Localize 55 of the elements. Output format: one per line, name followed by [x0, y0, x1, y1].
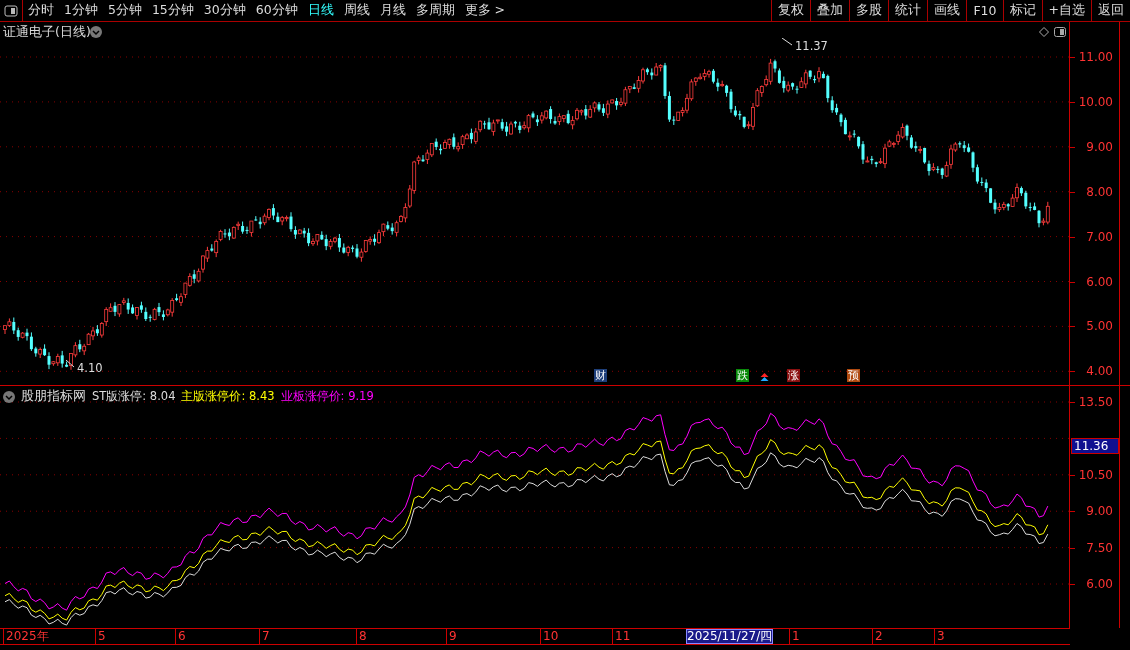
price-axis-label: 4.00 — [1086, 364, 1113, 379]
date-axis-label: 1 — [789, 629, 800, 644]
date-axis-label: 11 — [612, 629, 631, 644]
current-price-tag: 11.36 — [1071, 438, 1119, 454]
leader-line — [782, 38, 794, 46]
period-tab[interactable]: 15分钟 — [146, 0, 199, 21]
date-axis-label: 6 — [175, 629, 186, 644]
high-price-label: 11.37 — [795, 39, 828, 53]
date-axis-label: 3 — [934, 629, 945, 644]
event-marker[interactable]: 财 — [594, 369, 607, 382]
dropdown-icon[interactable] — [90, 26, 102, 38]
period-tab[interactable]: 周线 — [338, 0, 375, 21]
panel-toggle-icon[interactable] — [1054, 27, 1066, 37]
date-axis-label: 8 — [356, 629, 367, 644]
indicator-value: 业板涨停价: 9.19 — [280, 389, 374, 404]
event-marker[interactable]: 涨 — [787, 369, 800, 382]
event-marker[interactable]: 跌 — [736, 369, 749, 382]
up-arrow-icon — [760, 372, 769, 381]
date-axis-label: 10 — [540, 629, 559, 644]
period-tab[interactable]: 多周期 — [410, 0, 460, 21]
date-axis-label: 9 — [446, 629, 457, 644]
period-tab[interactable]: 30分钟 — [198, 0, 251, 21]
price-axis-label: 11.00 — [1078, 50, 1113, 64]
price-axis-label: 9.00 — [1086, 139, 1113, 154]
period-tab[interactable]: 5分钟 — [102, 0, 147, 21]
indicator-axis-label: 10.50 — [1078, 467, 1113, 482]
indicator-axis-label: 9.00 — [1086, 504, 1113, 519]
date-axis-label: 5 — [95, 629, 106, 644]
price-axis-label: 7.00 — [1086, 229, 1113, 244]
price-axis-label: 10.00 — [1078, 94, 1113, 109]
period-tab[interactable]: 60分钟 — [250, 0, 303, 21]
indicator-axis-label: 6.00 — [1086, 577, 1113, 591]
price-axis-label: 5.00 — [1086, 319, 1113, 334]
stock-title: 证通电子(日线) — [3, 24, 91, 41]
leader-line — [66, 360, 76, 368]
indicator-value: 主版涨停价: 8.43 — [181, 389, 275, 404]
event-marker[interactable]: 预 — [847, 369, 860, 382]
period-tab[interactable]: 1分钟 — [59, 0, 103, 21]
price-axis-label: 8.00 — [1086, 184, 1113, 199]
indicator-axis-label: 13.50 — [1078, 395, 1113, 409]
date-axis-label: 2025年 — [3, 629, 49, 644]
dropdown-icon[interactable] — [3, 390, 15, 403]
period-tab[interactable]: 更多 > — [459, 0, 511, 21]
indicator-name: 股朋指标网 — [21, 388, 86, 405]
period-tab[interactable]: 月线 — [374, 0, 411, 21]
low-price-label: 4.10 — [77, 361, 103, 375]
date-axis-label: 2 — [872, 629, 883, 644]
period-tab[interactable]: 分时 — [23, 0, 59, 21]
date-axis-label: 7 — [259, 629, 270, 644]
indicator-axis-label: 7.50 — [1086, 540, 1113, 555]
diamond-icon[interactable] — [1039, 27, 1049, 37]
indicator-value: ST版涨停: 8.04 — [92, 389, 176, 404]
price-axis-label: 6.00 — [1086, 274, 1113, 289]
period-tab[interactable]: 日线 — [302, 0, 339, 21]
cursor-date-label: 2025/11/27/四 — [686, 629, 774, 644]
